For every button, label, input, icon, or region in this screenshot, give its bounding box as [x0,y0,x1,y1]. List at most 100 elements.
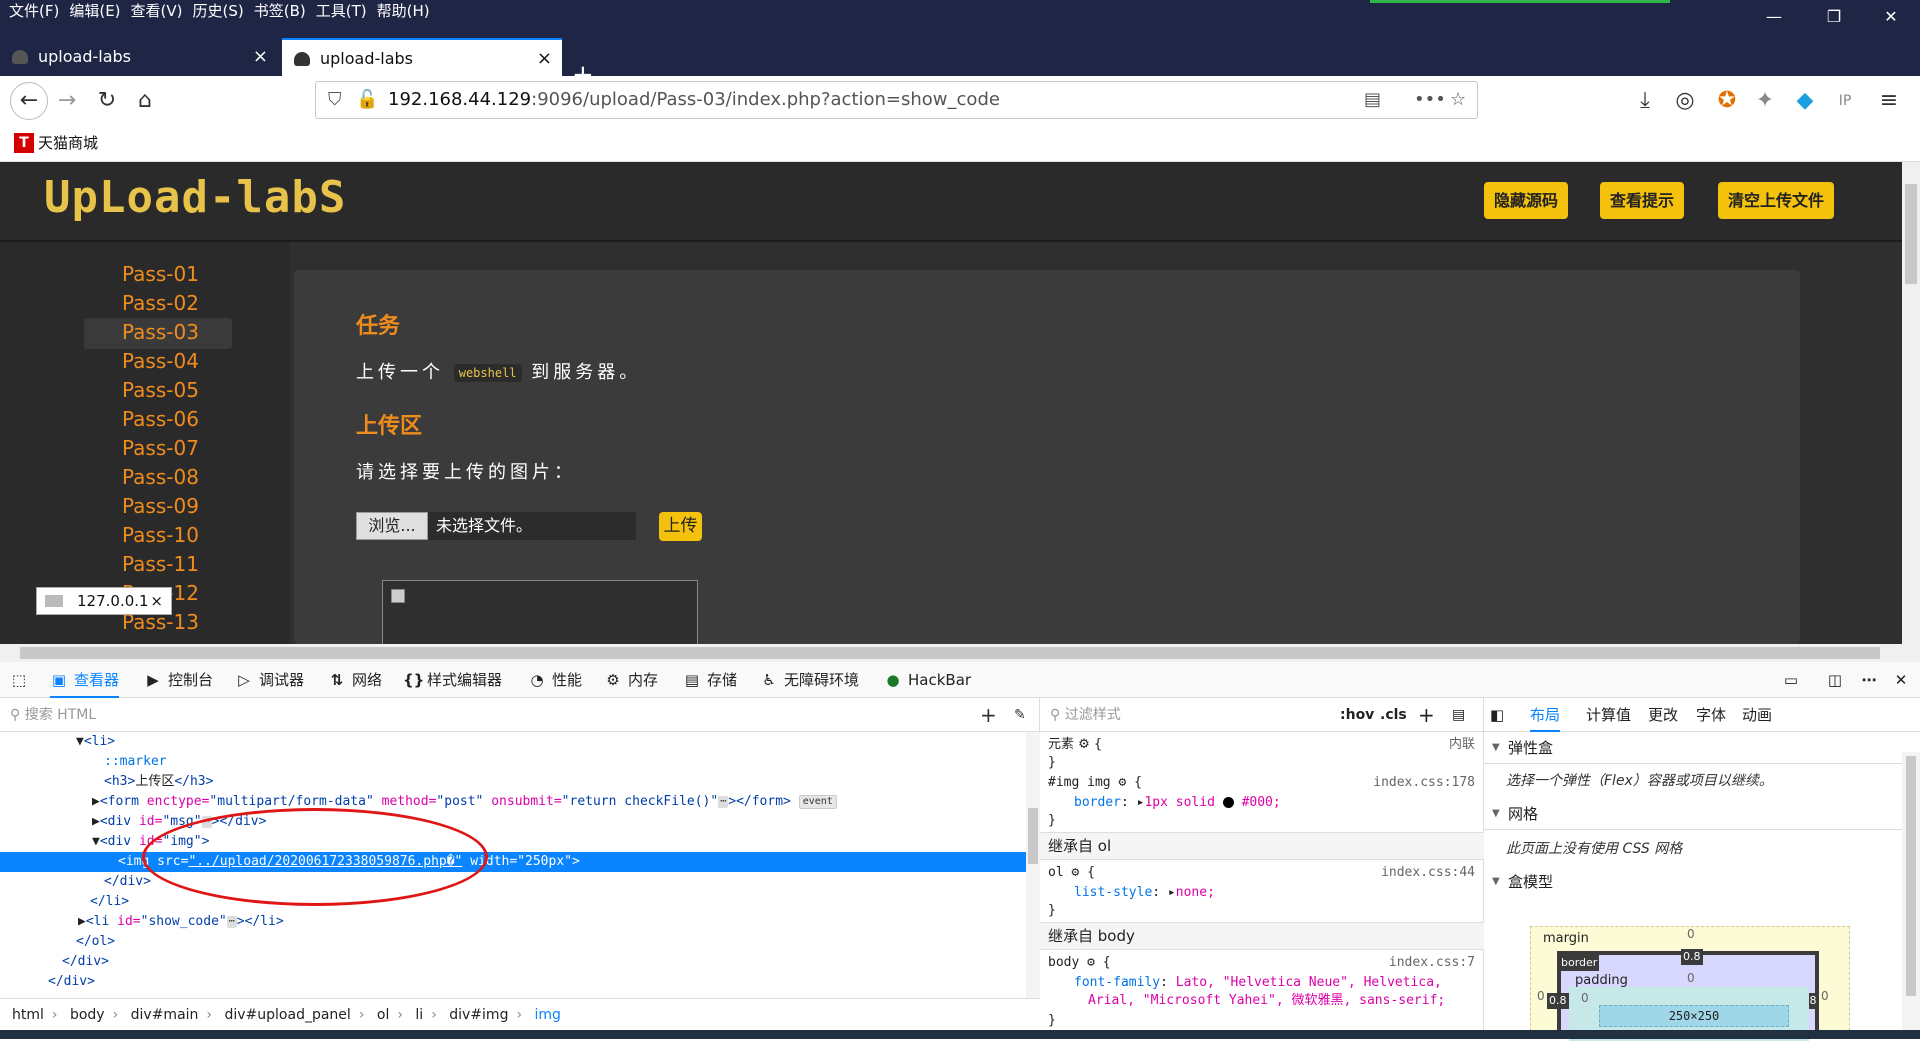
extension-blue-icon[interactable]: ◆ [1790,86,1820,116]
tree-node-li-close[interactable]: </li> [0,892,1026,912]
crumb-li[interactable]: li [415,1007,423,1023]
crumb-div-upload-panel[interactable]: div#upload_panel [224,1007,350,1023]
menu-view[interactable]: 查看(V) [131,0,183,22]
download-icon[interactable]: ⤓ [1630,86,1660,116]
tree-node-div-msg[interactable]: ▶<div id="msg" ⋯ ></div> [0,812,1026,832]
tab-inspector[interactable]: ▣ 查看器 [50,662,120,698]
margin-top-value[interactable]: 0 [1687,927,1695,941]
page-actions-icon[interactable]: ••• [1414,82,1446,118]
rule-ol-selector[interactable]: ol ⚙ { [1048,864,1095,882]
cls-toggle[interactable]: .cls [1380,698,1407,732]
eyedropper-icon[interactable]: ✎ [1014,698,1026,732]
rule-font-family-decl[interactable]: font-family: Lato, "Helvetica Neue", Hel… [1074,974,1442,992]
tab-network[interactable]: ⇅ 网络 [328,662,382,698]
tree-node-marker[interactable]: ::marker [0,752,1026,772]
scroll-thumb[interactable] [1905,184,1917,284]
bookmark-tmall[interactable]: T 天猫商城 [14,133,98,153]
tab-fonts[interactable]: 字体 [1696,698,1726,732]
tree-node-h3[interactable]: <h3>上传区</h3> [0,772,1026,792]
upload-button[interactable]: 上传 [659,512,702,541]
tab-layout[interactable]: 布局 [1530,698,1561,732]
padding-left-value[interactable]: 0 [1581,991,1589,1005]
tree-node-img-selected[interactable]: <img src="../upload/202006172338059876.p… [0,852,1026,872]
reader-view-icon[interactable]: ▤ [1364,82,1381,118]
tab-memory[interactable]: ⚙ 内存 [604,662,658,698]
tab-upload-labs-2[interactable]: upload-labs × [282,38,562,76]
sidebar-item-pass-10[interactable]: Pass-10 [84,521,232,552]
reload-button[interactable]: ↻ [92,86,122,116]
sidebar-toggle-icon[interactable]: ◧ [1490,698,1504,732]
sidebar-item-pass-08[interactable]: Pass-08 [84,463,232,494]
tree-node-li-show-code[interactable]: ▶<li id="show_code" ⋯ ></li> [0,912,1026,932]
forward-button[interactable]: → [52,86,82,116]
box-model-section[interactable]: 盒模型 [1484,866,1902,898]
tab-style-editor[interactable]: {} 样式编辑器 [403,662,502,698]
hide-source-button[interactable]: 隐藏源码 [1484,182,1569,219]
layout-scrollbar[interactable] [1902,752,1920,1030]
menu-help[interactable]: 帮助(H) [377,0,430,22]
crumb-ol[interactable]: ol [377,1007,389,1023]
extension-puzzle-icon[interactable]: ✦ [1750,86,1780,116]
tab-close-icon[interactable]: × [537,40,552,78]
crumb-img[interactable]: img [535,1007,561,1023]
crumb-div-img[interactable]: div#img [449,1007,508,1023]
margin-right-value[interactable]: 0 [1821,989,1829,1003]
element-rule[interactable]: 元素 ⚙ { [1048,736,1102,754]
sidebar-item-pass-07[interactable]: Pass-07 [84,434,232,465]
tab-close-icon[interactable]: × [253,38,268,76]
rule-source-link[interactable]: index.css:7 [1389,954,1475,972]
print-media-icon[interactable]: ▤ [1452,698,1465,732]
split-console-icon[interactable]: ◫ [1826,662,1850,698]
rule-border-decl[interactable]: border: ▸1px solid #000; [1074,794,1281,812]
menu-bookmarks[interactable]: 书签(B) [254,0,306,22]
tree-node-div-img[interactable]: ▼<div id="img"> [0,832,1026,852]
padding-top-value[interactable]: 0 [1687,971,1695,985]
menu-history[interactable]: 历史(S) [193,0,244,22]
devtools-menu-icon[interactable]: ⋯ [1860,662,1884,698]
rule-img-selector[interactable]: #img img ⚙ { [1048,774,1142,792]
tree-node-div-close[interactable]: </div> [0,872,1026,892]
border-top-value[interactable]: 0.8 [1681,949,1703,965]
tree-node-div-close[interactable]: </div> [0,972,1026,992]
browse-button[interactable]: 浏览... [356,512,428,540]
tab-storage[interactable]: ▤ 存储 [683,662,737,698]
rule-list-style-decl[interactable]: list-style: ▸none; [1074,884,1215,902]
tab-accessibility[interactable]: ♿ 无障碍环境 [760,662,859,698]
crumb-html[interactable]: html [12,1007,44,1023]
tab-upload-labs-1[interactable]: upload-labs × [0,38,278,76]
menu-tools[interactable]: 工具(T) [316,0,367,22]
burp-extension-icon[interactable]: ✪ [1712,86,1742,116]
bookmark-star-icon[interactable]: ☆ [1450,82,1466,118]
color-swatch[interactable] [1222,797,1234,808]
menu-edit[interactable]: 编辑(E) [69,0,120,22]
clear-uploads-button[interactable]: 清空上传文件 [1718,182,1835,219]
sidebar-item-pass-01[interactable]: Pass-01 [84,260,232,291]
close-devtools-icon[interactable]: ✕ [1892,662,1916,698]
tree-node-li[interactable]: ▼<li> [0,732,1026,752]
insecure-lock-icon[interactable]: 🔓 [356,82,378,118]
html-search-input[interactable]: ⚲ 搜索 HTML + ✎ [0,698,1040,732]
file-input[interactable]: 浏览... 未选择文件。 [356,512,636,540]
hov-toggle[interactable]: :hov [1340,698,1374,732]
shield-icon[interactable]: ⛉ [328,82,342,118]
hamburger-menu-icon[interactable]: ≡ [1874,86,1904,116]
scroll-thumb[interactable] [1906,756,1916,996]
sidebar-item-pass-03[interactable]: Pass-03 [84,318,232,349]
crumb-div-main[interactable]: div#main [131,1007,199,1023]
url-bar[interactable]: ⛉ 🔓 192.168.44.129:9096/upload/Pass-03/i… [315,81,1478,119]
element-picker-icon[interactable]: ⬚ [10,662,34,698]
flexbox-section[interactable]: 弹性盒 [1484,732,1902,764]
url-text[interactable]: 192.168.44.129:9096/upload/Pass-03/index… [388,82,1000,118]
tree-node-form[interactable]: ▶<form enctype="multipart/form-data" met… [0,792,1026,812]
extension-icon[interactable]: ◎ [1670,86,1700,116]
tree-node-ol-close[interactable]: </ol> [0,932,1026,952]
tab-animations[interactable]: 动画 [1742,698,1772,732]
tab-computed[interactable]: 计算值 [1586,698,1631,732]
tooltip-close-icon[interactable]: × [150,588,163,614]
rule-source-link[interactable]: index.css:44 [1381,864,1475,882]
sidebar-item-pass-02[interactable]: Pass-02 [84,289,232,320]
html-tree-scrollbar[interactable] [1026,732,1040,998]
sidebar-item-pass-04[interactable]: Pass-04 [84,347,232,378]
rule-body-selector[interactable]: body ⚙ { [1048,954,1111,972]
dock-icon[interactable]: ▭ [1782,662,1806,698]
